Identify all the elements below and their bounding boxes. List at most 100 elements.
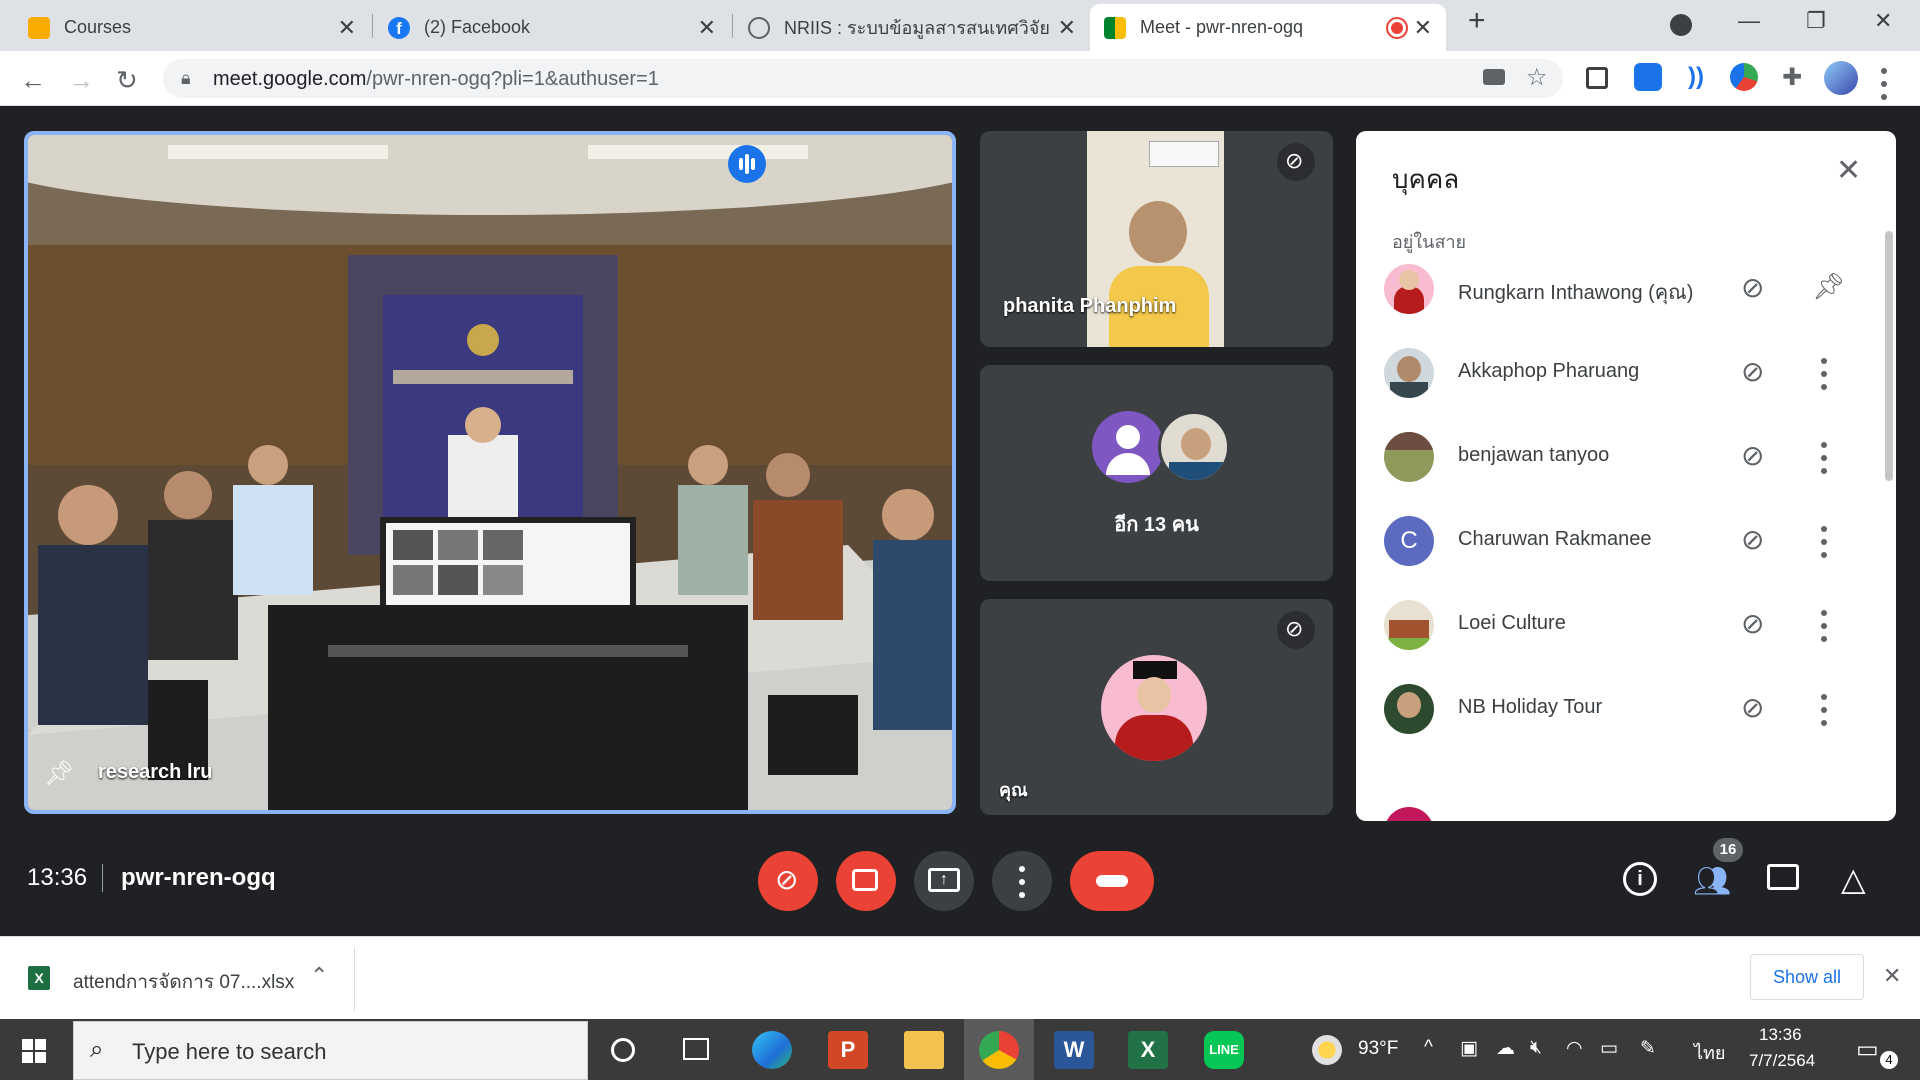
leave-call-button[interactable] [1070, 851, 1154, 911]
list-item[interactable]: Rungkarn Inthawong (คุณ) ⊘ 📌︎ [1356, 247, 1896, 331]
extension-grammar-icon[interactable] [1730, 63, 1758, 91]
panel-title: บุคคล [1392, 164, 1460, 194]
google-classroom-icon [28, 16, 50, 39]
google-meet-icon [1104, 16, 1126, 39]
people-button[interactable]: 👥︎ 16 [1691, 838, 1743, 902]
volume-muted-icon[interactable]: 🔇︎ [1530, 1037, 1542, 1059]
participant-name: Loei Culture [1458, 612, 1566, 634]
input-language[interactable]: ไทย [1694, 1038, 1725, 1067]
onedrive-icon[interactable]: ☁ [1496, 1037, 1515, 1060]
url-text[interactable]: meet.google.com/pwr-nren-ogq?pli=1&authu… [213, 68, 659, 91]
more-participants-label: อีก 13 คน [1114, 514, 1199, 536]
participant-tile[interactable]: ⊘ phanita Phanphim [980, 131, 1333, 347]
meeting-details-button[interactable]: i [1619, 858, 1663, 902]
back-icon[interactable]: ← [20, 65, 46, 96]
edge-icon[interactable] [752, 1031, 792, 1069]
participant-name: Charuwan Rakmanee [1458, 528, 1652, 550]
close-tab-icon[interactable]: ✕ [338, 15, 356, 41]
close-tab-icon[interactable]: ✕ [698, 15, 716, 41]
new-tab-icon[interactable]: + [1468, 4, 1486, 38]
clock-date[interactable]: 7/7/2564 [1749, 1051, 1815, 1071]
tab-nriis[interactable]: NRIIS : ระบบข้อมูลสารสนเทศวิจัยและ ✕ [734, 4, 1090, 51]
browser-menu-icon[interactable] [1880, 63, 1888, 100]
omnibox[interactable]: 🔒︎ meet.google.com/pwr-nren-ogq?pli=1&au… [163, 59, 1563, 98]
list-item[interactable]: C Charuwan Rakmanee ⊘ [1356, 499, 1896, 583]
line-app-icon[interactable]: LINE [1204, 1031, 1244, 1069]
mic-off-icon: ⊘ [1741, 692, 1765, 723]
task-view-icon[interactable] [683, 1038, 709, 1060]
tray-chevron-icon[interactable]: ^ [1424, 1037, 1433, 1059]
pin-icon[interactable]: 📌︎ [1812, 271, 1845, 302]
list-item[interactable]: benjawan tanyoo ⊘ [1356, 415, 1896, 499]
forward-icon[interactable]: → [68, 65, 94, 96]
conference-room-video [28, 135, 952, 810]
battery-icon[interactable]: ▭ [1600, 1037, 1618, 1060]
bookmark-star-icon[interactable]: ☆ [1526, 63, 1548, 92]
avatar [1384, 432, 1434, 482]
tab-facebook[interactable]: f (2) Facebook ✕ [374, 4, 730, 51]
mic-toggle-button[interactable]: ⊘ [758, 851, 818, 911]
tab-title: Meet - pwr-nren-ogq [1140, 17, 1304, 37]
more-options-icon[interactable] [1820, 691, 1828, 727]
avatar [1101, 655, 1207, 761]
weather-temperature[interactable]: 93°F [1358, 1038, 1398, 1060]
extension-resize-icon[interactable] [1634, 63, 1662, 91]
download-filename: attendการจัดการ 07....xlsx [73, 972, 295, 993]
apps-grid-icon[interactable] [1586, 67, 1608, 89]
file-explorer-icon[interactable] [904, 1031, 944, 1069]
close-panel-icon[interactable]: ✕ [1836, 156, 1861, 186]
others-tile[interactable]: อีก 13 คน [980, 365, 1333, 581]
excel-icon[interactable]: X [1128, 1031, 1168, 1069]
chevron-up-icon[interactable]: ⌃ [310, 963, 328, 989]
more-options-icon[interactable] [1820, 355, 1828, 391]
more-options-button[interactable] [992, 851, 1052, 911]
restore-icon[interactable]: ❐ [1806, 8, 1826, 34]
clock-time[interactable]: 13:36 [1759, 1025, 1802, 1045]
word-icon[interactable]: W [1054, 1031, 1094, 1069]
tab-meet[interactable]: Meet - pwr-nren-ogq ✕ [1090, 4, 1446, 51]
meet-now-icon[interactable]: ▣ [1460, 1037, 1478, 1060]
more-options-icon[interactable] [1820, 607, 1828, 643]
windows-start-icon[interactable] [22, 1039, 46, 1063]
more-options-icon[interactable] [1820, 523, 1828, 559]
download-bar: X attendการจัดการ 07....xlsx ⌃ Show all … [0, 936, 1920, 1019]
more-options-icon[interactable] [1820, 439, 1828, 475]
main-video-tile[interactable]: 📌︎ research lru [24, 131, 956, 814]
tab-courses[interactable]: Courses ✕ [14, 4, 370, 51]
tab-search-icon[interactable] [1670, 14, 1692, 36]
show-all-button[interactable]: Show all [1750, 954, 1864, 1000]
window-close-icon[interactable]: ✕ [1874, 8, 1892, 34]
extensions-puzzle-icon[interactable]: ✚ [1778, 63, 1806, 91]
notification-icon[interactable]: ▭ [1856, 1035, 1879, 1064]
cortana-icon[interactable] [611, 1038, 635, 1062]
activities-button[interactable]: △ [1835, 858, 1879, 902]
list-item[interactable]: Loei Culture ⊘ [1356, 583, 1896, 667]
close-download-bar-icon[interactable]: ✕ [1883, 963, 1901, 989]
info-icon: i [1623, 862, 1657, 896]
pen-icon[interactable]: ✎ [1640, 1037, 1656, 1060]
mic-off-icon: ⊘ [1741, 440, 1765, 471]
list-item[interactable]: Akkaphop Pharuang ⊘ [1356, 331, 1896, 415]
minimize-icon[interactable]: — [1738, 8, 1760, 34]
present-screen-button[interactable]: ↑ [914, 851, 974, 911]
chat-button[interactable] [1763, 858, 1807, 902]
list-item[interactable]: NB Holiday Tour ⊘ [1356, 667, 1896, 751]
extension-read-aloud-icon[interactable]: )) [1682, 63, 1710, 91]
close-tab-icon[interactable]: ✕ [1414, 15, 1432, 41]
more-vert-icon [1018, 863, 1026, 899]
close-tab-icon[interactable]: ✕ [1058, 15, 1076, 41]
wifi-icon[interactable]: ◠ [1566, 1037, 1583, 1060]
taskbar-search[interactable]: ⌕ Type here to search [73, 1021, 588, 1080]
chrome-taskbar-button[interactable] [964, 1019, 1034, 1080]
person-avatar-icon [1092, 411, 1164, 483]
pin-icon[interactable]: 📌︎ [44, 759, 74, 788]
powerpoint-icon[interactable]: P [828, 1031, 868, 1069]
download-item[interactable]: X attendการจัดการ 07....xlsx ⌃ [0, 937, 355, 1019]
camera-blocked-icon[interactable] [1483, 69, 1505, 85]
people-icon: 👥︎ [1693, 865, 1732, 898]
profile-avatar[interactable] [1824, 61, 1858, 95]
reload-icon[interactable]: ↻ [116, 65, 138, 96]
camera-toggle-button[interactable] [836, 851, 896, 911]
search-placeholder: Type here to search [132, 1039, 327, 1064]
self-tile[interactable]: ⊘ คุณ [980, 599, 1333, 815]
